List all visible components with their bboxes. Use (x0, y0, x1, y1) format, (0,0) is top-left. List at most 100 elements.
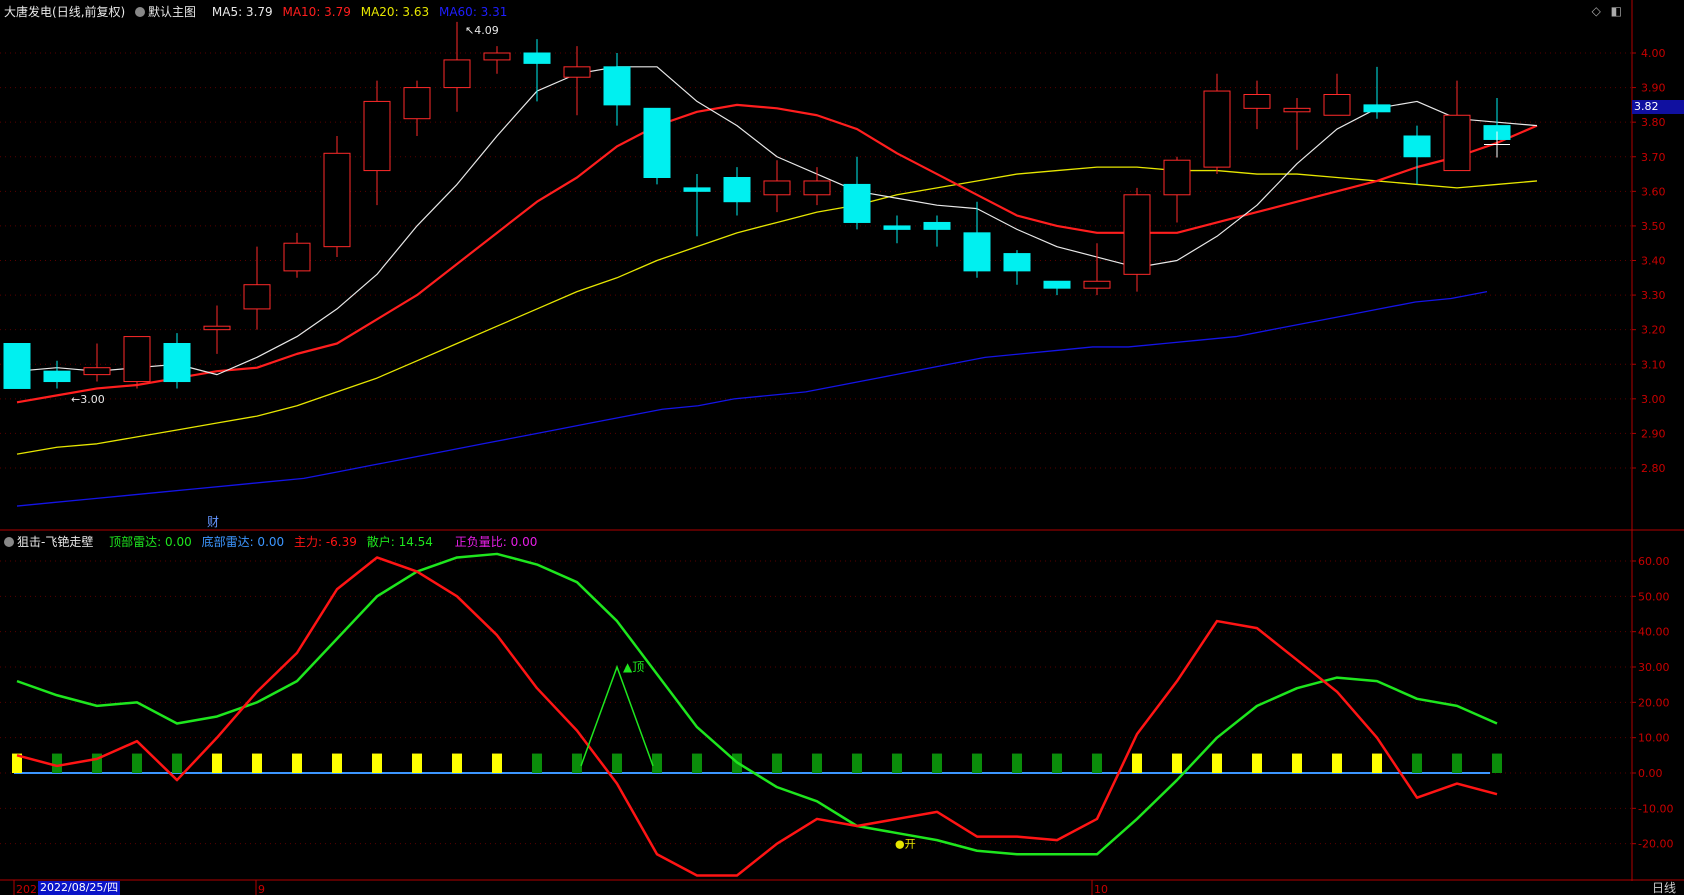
high-price-label: ↖4.09 (465, 24, 499, 37)
candlestick (1323, 73, 1351, 116)
signal-bar (252, 753, 262, 773)
candlestick (363, 80, 391, 206)
signal-bar (852, 753, 862, 773)
time-axis-bar (0, 881, 1684, 895)
price-tick-label: 3.90 (1641, 82, 1666, 95)
candlestick (723, 167, 751, 216)
signal-bar (412, 753, 422, 773)
candle-body (683, 187, 711, 192)
signal-bar (1172, 753, 1182, 773)
signal-bar (532, 753, 542, 773)
indicator-tick-label: -20.00 (1638, 838, 1673, 851)
signal-bar (332, 753, 342, 773)
signal-bar (1492, 753, 1502, 773)
candle-body (1123, 194, 1151, 275)
signal-bar (652, 753, 662, 773)
candle-body (843, 183, 871, 223)
candle-body (1203, 90, 1231, 168)
candle-body (523, 52, 551, 64)
ma10-line (16, 103, 1538, 404)
candlestick (1043, 280, 1071, 296)
stock-chart-window: 大唐发电(日线,前复权) 默认主图 MA5: 3.79 MA10: 3.79 M… (0, 0, 1684, 895)
candlestick (1083, 243, 1111, 296)
indicator-tick-label: 60.00 (1638, 555, 1670, 568)
candlestick (763, 160, 791, 213)
low-price-label: ←3.00 (71, 393, 105, 406)
chart-canvas[interactable]: ↖4.09 ←3.00 财 ▲顶 ●开 4.00 3.90 3.80 3.70 3.60 3.5… (0, 0, 1684, 895)
candle-body (763, 180, 791, 196)
candlestick (1003, 250, 1031, 285)
price-tick-label: 3.40 (1641, 255, 1666, 268)
candlestick (483, 46, 511, 74)
candle-body (1243, 94, 1271, 109)
candlestick (403, 80, 431, 136)
candle-body (43, 370, 71, 383)
candlestick (1443, 80, 1471, 172)
signal-bar (892, 753, 902, 773)
candlestick (883, 215, 911, 244)
candlestick (3, 343, 31, 389)
top-signal-label: ▲顶 (623, 660, 644, 674)
candle-body (123, 336, 151, 383)
signal-bar (1212, 753, 1222, 773)
signal-bar (812, 753, 822, 773)
indicator-tick-label: 40.00 (1638, 626, 1670, 639)
candlestick (1123, 187, 1151, 292)
indicator-tick-label: 10.00 (1638, 732, 1670, 745)
signal-bar (1012, 753, 1022, 773)
candlestick (563, 46, 591, 116)
price-tick-label: 3.30 (1641, 289, 1666, 302)
candle-body (323, 152, 351, 248)
candlestick (923, 215, 951, 247)
price-tick-label: 2.80 (1641, 462, 1666, 475)
candle-body (643, 107, 671, 178)
signal-bar (1372, 753, 1382, 773)
candle-body (3, 343, 31, 389)
candlestick (283, 232, 311, 278)
signal-bar (452, 753, 462, 773)
retail-line (16, 552, 1498, 856)
signal-bar (612, 753, 622, 773)
signal-bar (1092, 753, 1102, 773)
finance-marker: 财 (207, 515, 219, 529)
price-tick-label: 3.50 (1641, 220, 1666, 233)
candlestick (243, 246, 271, 330)
candle-body (1083, 280, 1111, 289)
candlestick (843, 156, 871, 230)
candlestick (1363, 66, 1391, 119)
open-signal-label: ●开 (895, 838, 916, 851)
signal-bar (1412, 753, 1422, 773)
signal-bar (772, 753, 782, 773)
candlestick (683, 174, 711, 237)
candlestick (43, 360, 71, 389)
signal-bar (1252, 753, 1262, 773)
period-label[interactable]: 日线 (1652, 881, 1676, 895)
price-tick-label: 4.00 (1641, 47, 1666, 60)
candle-body (963, 232, 991, 272)
candle-body (1043, 280, 1071, 289)
signal-bar (1132, 753, 1142, 773)
price-tick-label: 3.60 (1641, 185, 1666, 198)
price-tick-label: 2.90 (1641, 427, 1666, 440)
ma5-line (16, 66, 1538, 376)
candle-body (1363, 104, 1391, 113)
candlestick (1403, 125, 1431, 185)
candle-body (923, 221, 951, 230)
indicator-tick-label: 0.00 (1638, 767, 1663, 780)
candle-body (723, 177, 751, 203)
signal-bar (1332, 753, 1342, 773)
ma60-line (16, 290, 1488, 507)
signal-bar (972, 753, 982, 773)
indicator-tick-label: 20.00 (1638, 696, 1670, 709)
signal-bar (1052, 753, 1062, 773)
price-tick-label: 3.20 (1641, 324, 1666, 337)
candle-body (1163, 159, 1191, 196)
price-tick-label: 3.80 (1641, 116, 1666, 129)
candlestick (1283, 97, 1311, 150)
candle-body (1323, 94, 1351, 116)
candle-body (163, 343, 191, 383)
candle-body (1443, 114, 1471, 172)
candle-body (883, 225, 911, 230)
signal-bar (132, 753, 142, 773)
signal-bar (692, 753, 702, 773)
